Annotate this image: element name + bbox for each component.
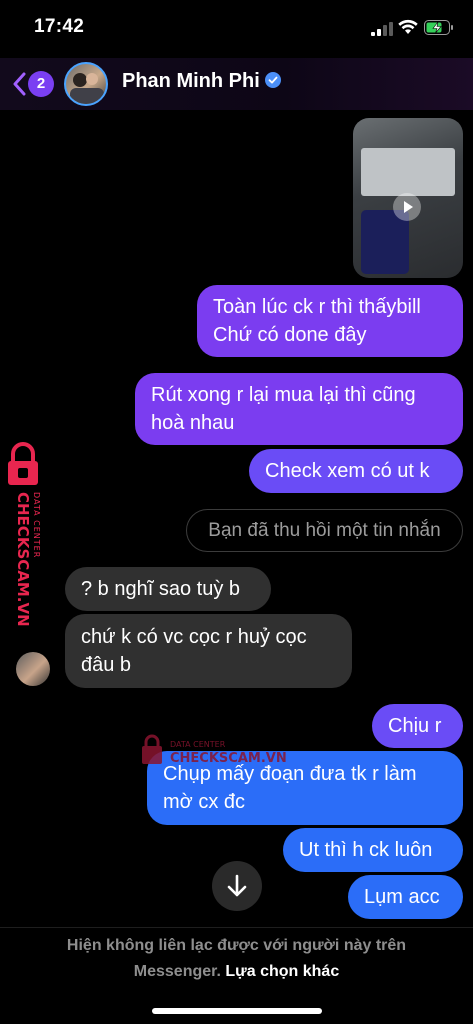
watermark-logo-center: DATA CENTER CHECKSCAM.VN <box>142 734 287 766</box>
verified-badge-icon <box>264 72 281 88</box>
status-bar: 17:42 <box>0 0 473 58</box>
outgoing-message[interactable]: Lụm acc <box>348 875 463 919</box>
incoming-message[interactable]: ? b nghĩ sao tuỳ b <box>65 567 271 611</box>
watermark-logo: CHECKSCAM.VN DATA CENTER <box>8 442 41 627</box>
incoming-message[interactable]: chứ k có vc cọc r huỷ cọc đâu b <box>65 614 352 688</box>
unavailable-notice: Hiện không liên lạc được với người này t… <box>66 937 407 980</box>
other-options-link[interactable]: Lựa chọn khác <box>225 963 339 980</box>
status-time: 17:42 <box>34 16 85 37</box>
unread-count-badge: 2 <box>28 71 54 97</box>
contact-avatar[interactable] <box>64 62 108 106</box>
watermark-tag: DATA CENTER <box>32 492 41 558</box>
outgoing-message[interactable]: Toàn lúc ck r thì thấybill Chứ có done đ… <box>197 285 463 357</box>
play-icon <box>393 193 421 221</box>
wifi-icon <box>398 19 418 34</box>
avatar-photo-icon <box>70 73 104 104</box>
watermark-brand: CHECKSCAM.VN <box>14 492 32 627</box>
video-frame <box>361 148 455 196</box>
outgoing-message[interactable]: Rút xong r lại mua lại thì cũng hoà nhau <box>135 373 463 445</box>
cellular-signal-icon <box>371 22 393 36</box>
home-indicator[interactable] <box>152 1008 322 1014</box>
recalled-message-notice: Bạn đã thu hồi một tin nhắn <box>186 509 463 552</box>
chat-header: 2 Phan Minh Phi <box>0 58 473 110</box>
contact-name[interactable]: Phan Minh Phi <box>122 70 281 93</box>
battery-charging-icon <box>424 20 453 35</box>
watermark-center-brand: CHECKSCAM.VN <box>170 751 287 766</box>
video-attachment[interactable] <box>353 118 463 278</box>
outgoing-message[interactable]: Chịu r <box>372 704 463 748</box>
back-button[interactable]: 2 <box>8 70 54 98</box>
watermark-center-tag: DATA CENTER <box>170 740 226 749</box>
footer-divider <box>0 927 473 928</box>
arrow-down-icon <box>227 874 247 897</box>
scroll-to-bottom-button[interactable] <box>212 861 262 911</box>
outgoing-message[interactable]: Ut thì h ck luôn <box>283 828 463 872</box>
outgoing-message[interactable]: Check xem có ut k <box>249 449 463 493</box>
chevron-left-icon <box>13 72 26 96</box>
sender-avatar[interactable] <box>16 652 50 686</box>
